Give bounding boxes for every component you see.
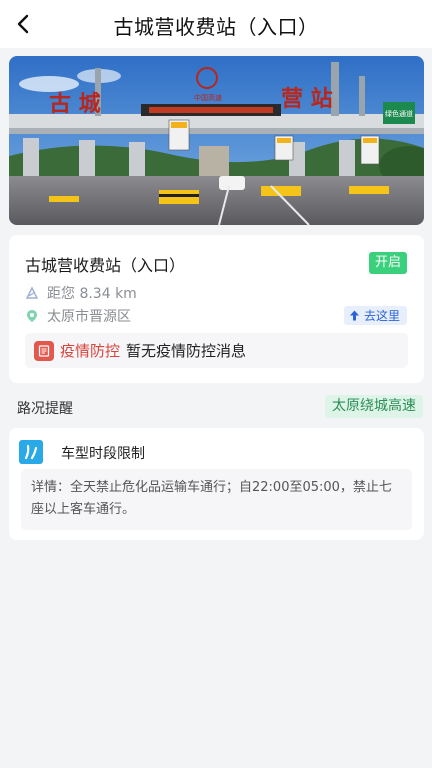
right-sign-text: 绿色通道 [385, 109, 413, 118]
distance-text: 距您 8.34 km [47, 286, 137, 302]
navigate-here-label: 去这里 [363, 309, 400, 323]
highway-badge[interactable]: 太原绕城高速 [325, 395, 423, 418]
alert-detail: 详情：全天禁止危化品运输车通行；自22:00至05:00，禁止七座以上客车通行。 [21, 469, 412, 530]
distance-icon [25, 286, 39, 299]
navigate-arrow-icon [349, 310, 359, 321]
alert-title: 车型时段限制 [61, 446, 145, 462]
sign-right-text: 营 站 [281, 86, 333, 112]
plaza-sign-text: 中国高速 [194, 93, 222, 102]
road-condition-heading: 路况提醒 [17, 401, 73, 417]
document-icon [34, 340, 54, 361]
location-pin-icon [27, 310, 37, 322]
station-name: 古城营收费站（入口） [25, 256, 186, 275]
top-nav-bar: 古城营收费站（入口） [0, 0, 432, 48]
station-info-card: 古城营收费站（入口） 开启 距您 8.34 km 太原市晋源区 去这里 疫情防控… [9, 235, 424, 383]
road-restriction-icon [19, 440, 43, 464]
navigate-here-button[interactable]: 去这里 [343, 306, 407, 325]
sign-left-text: 古 城 [49, 91, 101, 117]
address-text: 太原市晋源区 [47, 309, 131, 325]
distance-row: 距您 8.34 km [25, 283, 137, 303]
status-badge: 开启 [368, 252, 407, 274]
address-row: 太原市晋源区 [25, 306, 131, 326]
epidemic-message: 暂无疫情防控消息 [126, 342, 247, 360]
epidemic-notice: 疫情防控 暂无疫情防控消息 [25, 333, 408, 368]
road-alert-card: 车型时段限制 详情：全天禁止危化品运输车通行；自22:00至05:00，禁止七座… [9, 428, 424, 540]
page-title: 古城营收费站（入口） [113, 15, 319, 39]
toll-station-photo: 古 城 营 站 中国高速 绿色通道 [9, 56, 424, 225]
epidemic-title: 疫情防控 [60, 342, 121, 360]
